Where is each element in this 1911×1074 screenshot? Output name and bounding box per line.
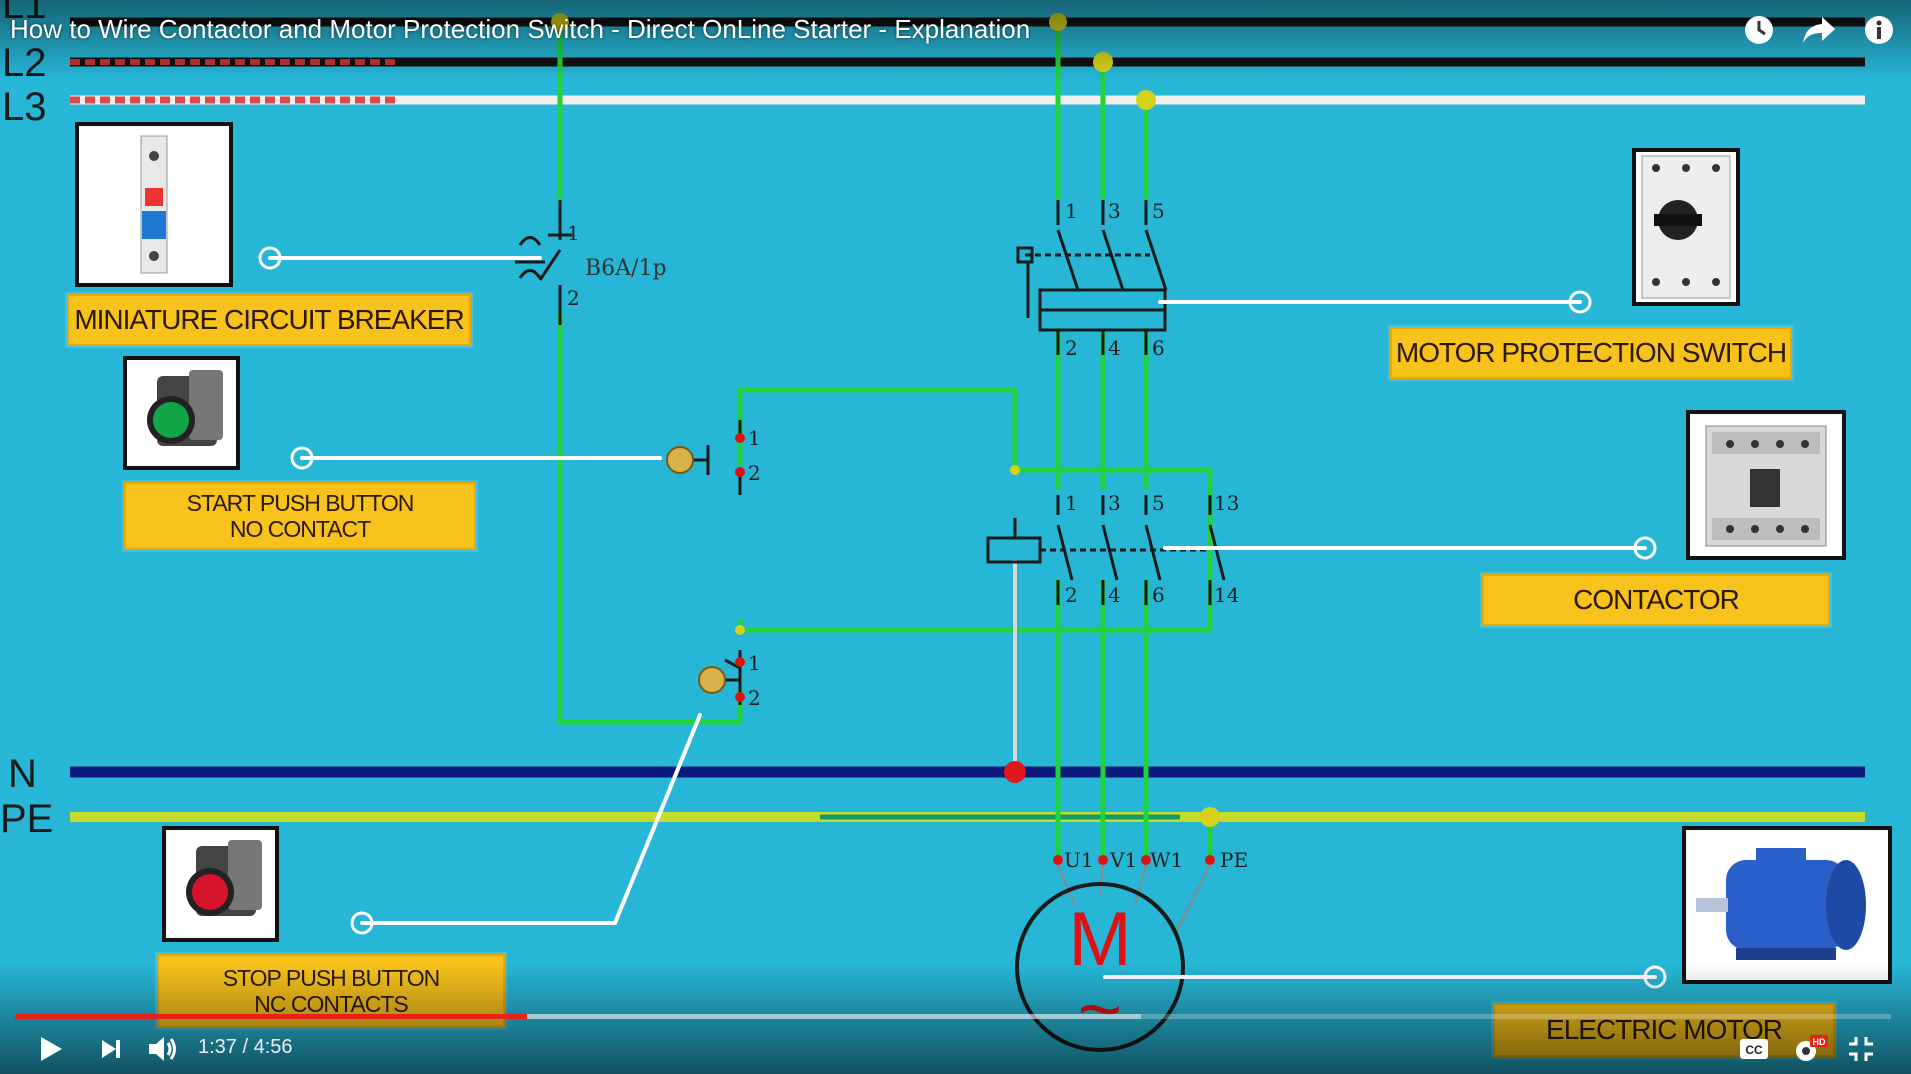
progress-bar[interactable] (15, 1014, 1891, 1019)
svg-text:4: 4 (1108, 336, 1121, 360)
settings-button[interactable]: HD (1789, 1024, 1831, 1074)
exit-fullscreen-icon (1849, 1037, 1873, 1061)
motor-photo (1682, 826, 1892, 984)
svg-text:1: 1 (1065, 199, 1078, 223)
svg-text:1: 1 (567, 221, 580, 245)
volume-icon (149, 1037, 176, 1061)
pe-label: PE (0, 797, 53, 841)
start-button-label-line1: START PUSH BUTTON (186, 489, 415, 516)
start-button-photo (123, 356, 240, 470)
svg-text:5: 5 (1152, 491, 1165, 515)
svg-text:2: 2 (748, 686, 761, 710)
svg-text:4: 4 (1108, 583, 1121, 607)
svg-text:1: 1 (748, 651, 761, 675)
captions-icon: CC (1740, 1039, 1768, 1059)
start-button-label-line2: NO CONTACT (229, 516, 371, 542)
l2-label: L2 (2, 41, 47, 85)
exit-fullscreen-button[interactable] (1840, 1024, 1882, 1074)
svg-text:3: 3 (1108, 491, 1121, 515)
n-label: N (8, 752, 37, 796)
time-total: 4:56 (253, 1036, 293, 1058)
settings-icon: HD (1796, 1035, 1828, 1061)
top-actions (1741, 12, 1897, 48)
svg-text:1: 1 (748, 426, 761, 450)
video-player[interactable]: L1 L2 L3 N PE 1 2 B6A/1p 1 2 1 2 1 3 5 2… (0, 0, 1911, 1074)
svg-text:6: 6 (1152, 336, 1165, 360)
svg-text:2: 2 (1065, 336, 1078, 360)
captions-button[interactable]: CC (1733, 1024, 1775, 1074)
svg-text:2: 2 (567, 286, 580, 310)
contactor-label: CONTACTOR (1482, 574, 1830, 626)
video-title[interactable]: How to Wire Contactor and Motor Protecti… (10, 14, 1030, 45)
share-icon[interactable] (1801, 12, 1837, 48)
svg-text:V1: V1 (1109, 848, 1137, 872)
svg-text:3: 3 (1108, 199, 1121, 223)
svg-text:W1: W1 (1150, 848, 1183, 872)
next-button[interactable] (90, 1024, 132, 1074)
stop-button-label-line1: STOP PUSH BUTTON (222, 964, 441, 991)
volume-button[interactable] (142, 1024, 184, 1074)
play-icon (41, 1037, 62, 1061)
svg-text:6: 6 (1152, 583, 1165, 607)
time-current: 1:37 (198, 1036, 237, 1058)
info-icon[interactable] (1861, 12, 1897, 48)
svg-text:2: 2 (748, 461, 761, 485)
l3-label: L3 (2, 85, 47, 129)
contactor-photo (1686, 410, 1846, 560)
player-controls: 1:37 / 4:56 CC HD (0, 1024, 1911, 1074)
svg-text:CC: CC (1745, 1043, 1763, 1057)
play-button[interactable] (30, 1024, 72, 1074)
svg-text:5: 5 (1152, 199, 1165, 223)
svg-text:13: 13 (1214, 491, 1239, 515)
mps-label: MOTOR PROTECTION SWITCH (1390, 327, 1792, 379)
watch-later-icon[interactable] (1741, 12, 1777, 48)
mcb-photo (75, 122, 233, 287)
time-display: 1:37 / 4:56 (198, 1036, 293, 1059)
time-separator: / (242, 1036, 249, 1058)
svg-text:14: 14 (1214, 583, 1239, 607)
mcb-label: MINIATURE CIRCUIT BREAKER (67, 294, 471, 346)
svg-text:U1: U1 (1064, 848, 1094, 872)
svg-text:1: 1 (1065, 491, 1078, 515)
settings-hd-badge: HD (1813, 1037, 1826, 1047)
stop-button-photo (162, 826, 279, 942)
mcb-rating: B6A/1p (585, 256, 667, 281)
mps-photo (1632, 148, 1740, 306)
svg-text:2: 2 (1065, 583, 1078, 607)
svg-text:PE: PE (1220, 848, 1248, 872)
next-icon (102, 1040, 120, 1058)
start-button-label: START PUSH BUTTON NO CONTACT (124, 482, 476, 550)
progress-played (15, 1014, 528, 1019)
